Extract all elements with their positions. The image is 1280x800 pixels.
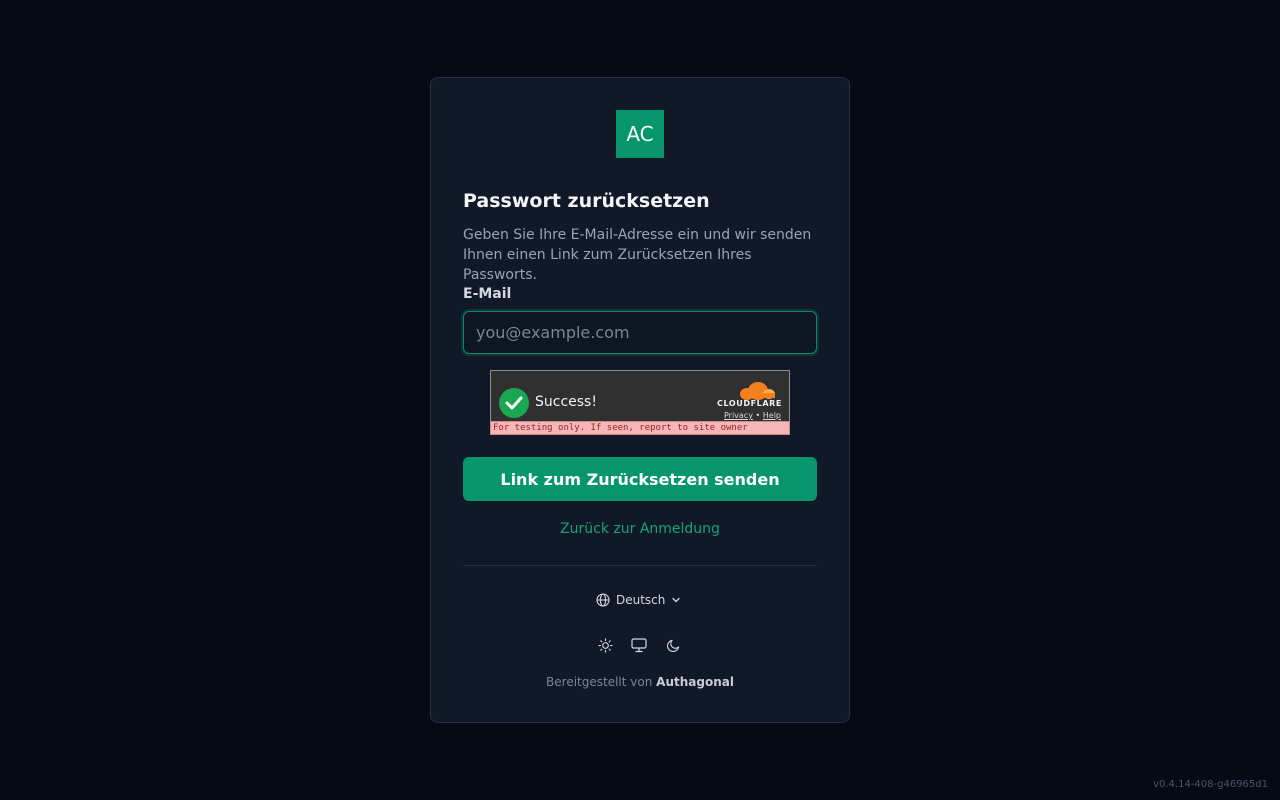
moon-icon bbox=[666, 639, 679, 652]
dark-theme-button[interactable] bbox=[665, 637, 681, 653]
powered-by: Bereitgestellt von Authagonal bbox=[431, 675, 849, 689]
divider bbox=[463, 565, 817, 566]
globe-icon bbox=[596, 593, 610, 607]
language-select[interactable]: Deutsch bbox=[596, 591, 681, 609]
chevron-down-icon bbox=[672, 597, 681, 603]
help-link[interactable]: Help bbox=[763, 411, 781, 420]
privacy-link[interactable]: Privacy bbox=[724, 411, 753, 420]
powered-by-prefix: Bereitgestellt von bbox=[546, 675, 653, 689]
theme-switcher bbox=[597, 637, 681, 653]
language-label: Deutsch bbox=[616, 593, 666, 607]
reset-password-card: AC Passwort zurücksetzen Geben Sie Ihre … bbox=[430, 77, 850, 723]
powered-by-brand: Authagonal bbox=[656, 675, 734, 689]
monitor-icon bbox=[631, 637, 647, 652]
cloudflare-turnstile-widget[interactable]: Success! CLOUDFLARE Privacy • Help For t… bbox=[490, 370, 790, 435]
captcha-links: Privacy • Help bbox=[724, 411, 781, 420]
link-separator: • bbox=[755, 411, 761, 420]
sun-icon bbox=[597, 637, 613, 653]
captcha-status: Success! bbox=[535, 394, 597, 410]
email-input[interactable] bbox=[463, 311, 817, 354]
testing-only-banner: For testing only. If seen, report to sit… bbox=[490, 421, 790, 435]
page-title: Passwort zurücksetzen bbox=[463, 190, 710, 212]
app-logo: AC bbox=[616, 110, 664, 158]
system-theme-button[interactable] bbox=[631, 637, 647, 653]
page-description: Geben Sie Ihre E-Mail-Adresse ein und wi… bbox=[463, 227, 812, 283]
success-check-icon bbox=[499, 388, 529, 418]
email-label: E-Mail bbox=[463, 286, 512, 302]
cloudflare-wordmark: CLOUDFLARE bbox=[717, 399, 782, 408]
back-to-login-link[interactable]: Zurück zur Anmeldung bbox=[431, 521, 849, 537]
light-theme-button[interactable] bbox=[597, 637, 613, 653]
version-label: v0.4.14-408-g46965d1 bbox=[1153, 779, 1268, 790]
send-reset-link-button[interactable]: Link zum Zurücksetzen senden bbox=[463, 457, 817, 501]
